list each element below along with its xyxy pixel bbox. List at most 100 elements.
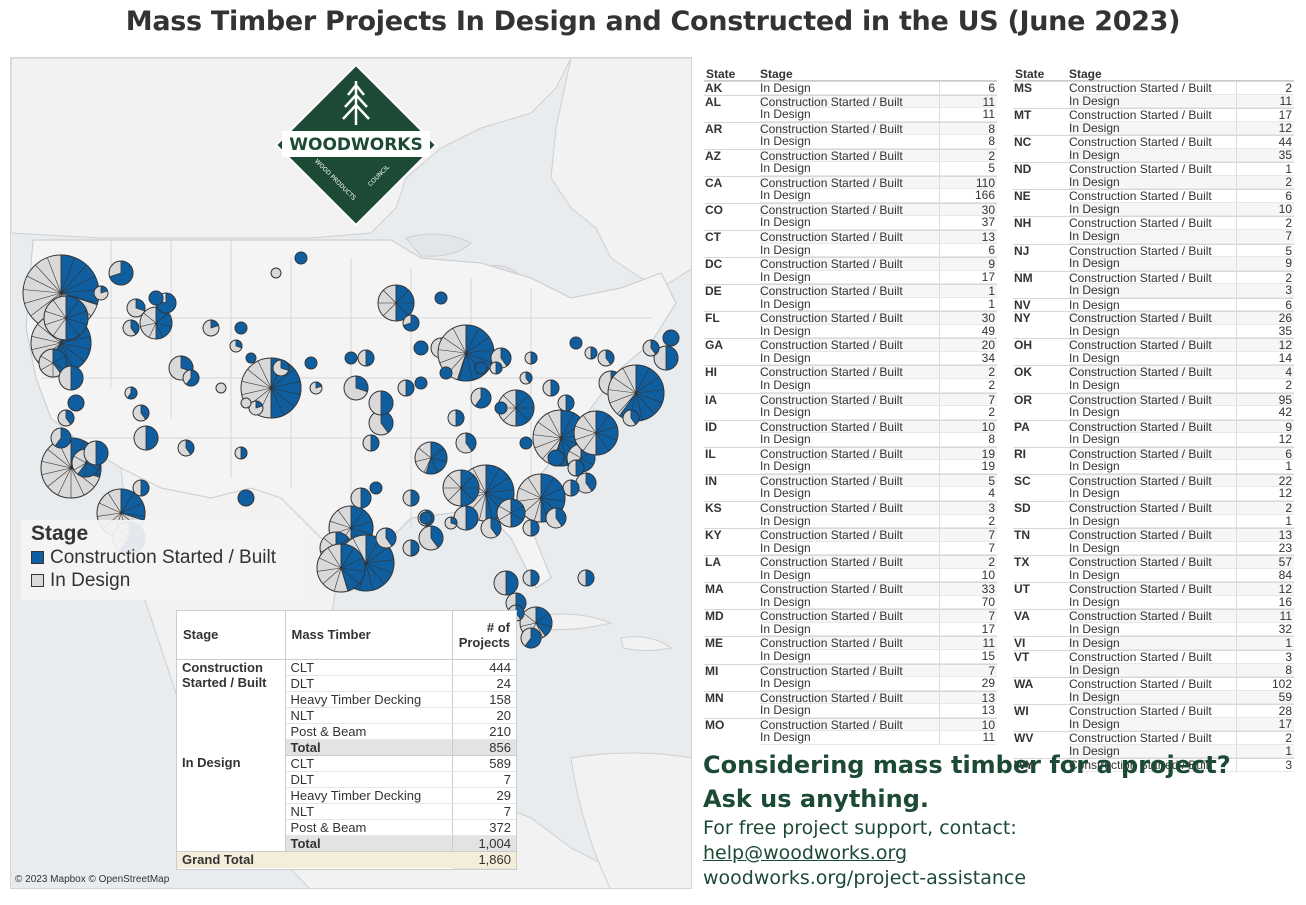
project-marker[interactable]: [480, 517, 502, 539]
project-marker[interactable]: [344, 351, 358, 365]
state-row[interactable]: KS Construction Started / Built 3: [704, 500, 997, 515]
state-row[interactable]: In Design 17: [704, 622, 997, 637]
project-marker[interactable]: [368, 390, 394, 416]
project-marker[interactable]: [133, 425, 159, 451]
state-row[interactable]: MA Construction Started / Built 33: [704, 582, 997, 596]
state-row[interactable]: SD Construction Started / Built 2: [1013, 500, 1294, 515]
state-row[interactable]: In Design 2: [704, 514, 997, 529]
project-marker[interactable]: [547, 449, 565, 467]
state-row[interactable]: In Design 14: [1013, 351, 1294, 366]
state-row[interactable]: ID Construction Started / Built 10: [704, 419, 997, 434]
state-row[interactable]: In Design 49: [704, 324, 997, 339]
state-row[interactable]: IN Construction Started / Built 5: [704, 473, 997, 488]
project-marker[interactable]: [122, 319, 140, 337]
project-marker[interactable]: [662, 329, 680, 347]
state-row[interactable]: FL Construction Started / Built 30: [704, 311, 997, 325]
project-marker[interactable]: [132, 404, 150, 422]
project-marker[interactable]: [414, 376, 428, 390]
legend-item-built[interactable]: Construction Started / Built: [31, 546, 303, 569]
state-row[interactable]: In Design 5: [704, 162, 997, 176]
project-marker[interactable]: [182, 369, 200, 387]
state-row[interactable]: In Design 42: [1013, 406, 1294, 420]
state-row[interactable]: AL Construction Started / Built 11: [704, 94, 997, 109]
project-marker[interactable]: [237, 489, 255, 507]
project-marker[interactable]: [622, 409, 640, 427]
project-marker[interactable]: [496, 498, 526, 528]
state-row[interactable]: In Design 7: [704, 541, 997, 556]
state-row[interactable]: In Design 2: [704, 406, 997, 420]
state-row[interactable]: SC Construction Started / Built 22: [1013, 473, 1294, 488]
project-marker[interactable]: [584, 346, 598, 360]
state-row[interactable]: In Design 11: [704, 731, 997, 745]
state-row[interactable]: WA Construction Started / Built 102: [1013, 677, 1294, 691]
map-attribution[interactable]: © 2023 Mapbox © OpenStreetMap: [15, 874, 169, 885]
project-marker[interactable]: [272, 359, 290, 377]
project-marker[interactable]: [375, 527, 397, 549]
project-marker[interactable]: [474, 361, 488, 375]
project-marker[interactable]: [562, 479, 580, 497]
project-marker[interactable]: [520, 627, 542, 649]
project-marker[interactable]: [402, 539, 420, 557]
project-marker[interactable]: [569, 336, 583, 350]
state-row[interactable]: In Design 29: [704, 677, 997, 691]
project-marker[interactable]: [397, 379, 415, 397]
state-row[interactable]: In Design 2: [1013, 378, 1294, 393]
state-row[interactable]: In Design 4: [704, 487, 997, 501]
state-row[interactable]: In Design 8: [1013, 663, 1294, 678]
project-marker[interactable]: [493, 570, 519, 596]
project-marker[interactable]: [50, 427, 72, 449]
legend-item-design[interactable]: In Design: [31, 569, 303, 592]
state-row[interactable]: In Design 23: [1013, 541, 1294, 556]
state-row[interactable]: AR Construction Started / Built 8: [704, 121, 997, 136]
state-row[interactable]: In Design 70: [704, 595, 997, 610]
project-marker[interactable]: [545, 507, 567, 529]
project-marker[interactable]: [343, 375, 369, 401]
project-marker[interactable]: [453, 505, 479, 531]
project-marker[interactable]: [67, 394, 85, 412]
state-row[interactable]: In Design 7: [1013, 229, 1294, 244]
project-marker[interactable]: [418, 525, 444, 551]
state-row[interactable]: DC Construction Started / Built 9: [704, 257, 997, 271]
state-row[interactable]: NM Construction Started / Built 2: [1013, 270, 1294, 285]
state-row[interactable]: In Design 8: [704, 433, 997, 447]
state-row[interactable]: NV In Design 6: [1013, 297, 1294, 312]
state-row[interactable]: In Design 32: [1013, 622, 1294, 637]
state-row[interactable]: In Design 13: [704, 704, 997, 718]
state-row[interactable]: In Design 37: [704, 216, 997, 231]
project-marker[interactable]: [57, 409, 75, 427]
state-row[interactable]: RI Construction Started / Built 6: [1013, 446, 1294, 461]
state-row[interactable]: KY Construction Started / Built 7: [704, 528, 997, 542]
state-row[interactable]: MO Construction Started / Built 10: [704, 717, 997, 732]
project-marker[interactable]: [442, 469, 480, 507]
state-row[interactable]: MN Construction Started / Built 13: [704, 690, 997, 705]
state-row[interactable]: In Design 9: [1013, 257, 1294, 271]
state-row[interactable]: In Design 19: [704, 460, 997, 474]
state-row[interactable]: In Design 12: [1013, 487, 1294, 501]
state-row[interactable]: ND Construction Started / Built 1: [1013, 162, 1294, 176]
project-marker[interactable]: [402, 489, 420, 507]
project-marker[interactable]: [93, 285, 109, 301]
project-marker[interactable]: [413, 340, 429, 356]
project-assistance-link[interactable]: woodworks.org/project-assistance: [703, 866, 1293, 891]
state-row[interactable]: In Design 15: [704, 649, 997, 664]
project-marker[interactable]: [414, 441, 448, 475]
state-row[interactable]: In Design 16: [1013, 595, 1294, 610]
project-marker[interactable]: [439, 366, 453, 380]
project-marker[interactable]: [522, 519, 540, 537]
state-row[interactable]: IL Construction Started / Built 19: [704, 446, 997, 461]
state-row[interactable]: HI Construction Started / Built 2: [704, 365, 997, 380]
project-marker[interactable]: [522, 569, 540, 587]
state-row[interactable]: MD Construction Started / Built 7: [704, 609, 997, 623]
project-marker[interactable]: [245, 352, 257, 364]
project-marker[interactable]: [369, 481, 383, 495]
project-marker[interactable]: [519, 436, 533, 450]
project-marker[interactable]: [642, 339, 660, 357]
project-marker[interactable]: [294, 251, 308, 265]
project-marker[interactable]: [357, 349, 375, 367]
project-marker[interactable]: [419, 511, 433, 525]
state-row[interactable]: In Design 17: [1013, 717, 1294, 732]
state-row[interactable]: In Design 1: [704, 297, 997, 312]
state-row[interactable]: OR Construction Started / Built 95: [1013, 392, 1294, 407]
project-marker[interactable]: [270, 267, 282, 279]
project-map[interactable]: WOODWORKS WOOD PRODUCTS COUNCIL Stage Co…: [10, 57, 692, 889]
